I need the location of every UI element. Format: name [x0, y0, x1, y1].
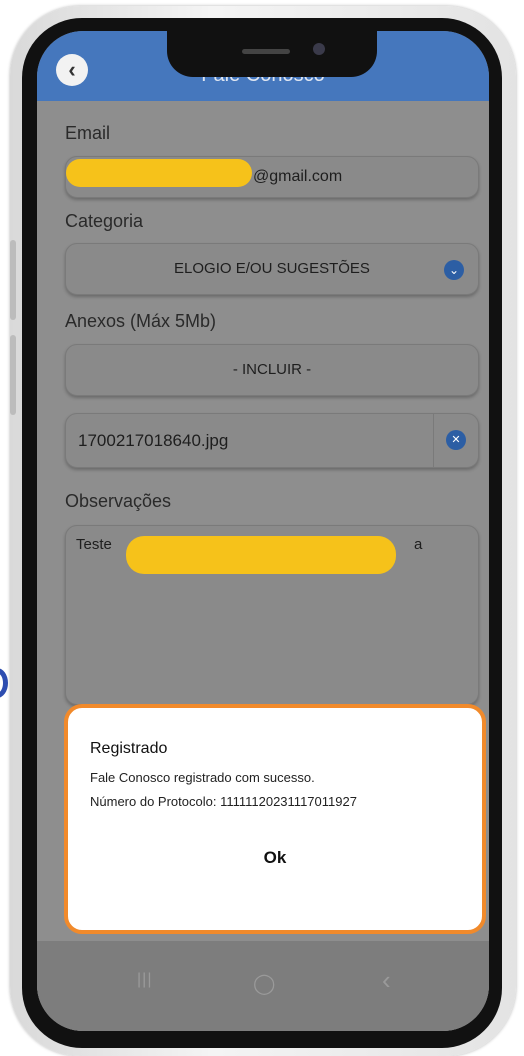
attachments-label: Anexos (Máx 5Mb)	[65, 311, 217, 331]
decorative-circle	[0, 668, 8, 698]
observations-text-start: Teste	[76, 536, 112, 553]
back-nav-icon[interactable]: ‹	[382, 965, 391, 996]
dialog-protocol: Número do Protocolo: 1111112023111701192…	[90, 794, 357, 809]
ok-button[interactable]: Ok	[68, 848, 482, 868]
dialog-message: Fale Conosco registrado com sucesso.	[90, 770, 315, 785]
phone-notch	[167, 31, 377, 77]
email-field[interactable]: @gmail.com	[65, 156, 479, 198]
redacted-area	[66, 159, 252, 187]
phone-volume-button	[10, 240, 16, 320]
front-camera	[313, 43, 325, 55]
category-select[interactable]: ELOGIO E/OU SUGESTÕES ⌄	[65, 243, 479, 295]
email-value: @gmail.com	[253, 168, 343, 185]
observations-label: Observações	[65, 491, 172, 511]
phone-screen: ‹ Fale Conosco Email @gmail.com Categori…	[37, 31, 489, 1031]
include-button[interactable]: - INCLUIR -	[65, 344, 479, 396]
recent-apps-icon[interactable]: |||	[137, 971, 152, 989]
chevron-down-icon: ⌄	[444, 260, 464, 280]
system-navigation-bar: ||| ◯ ‹	[37, 941, 489, 1031]
phone-volume-button	[10, 335, 16, 415]
observations-textarea[interactable]: Teste a	[65, 525, 479, 705]
home-icon[interactable]: ◯	[253, 971, 275, 996]
remove-attachment-button[interactable]: ✕	[433, 414, 478, 467]
speaker-grille	[242, 49, 290, 54]
include-button-label: - INCLUIR -	[232, 361, 312, 378]
observations-text-end: a	[414, 536, 423, 553]
success-dialog: Registrado Fale Conosco registrado com s…	[64, 704, 486, 934]
email-label: Email	[65, 123, 111, 143]
attachment-filename: 1700217018640.jpg	[78, 431, 229, 450]
attachment-item: 1700217018640.jpg ✕	[65, 413, 479, 468]
redacted-area	[126, 536, 396, 574]
close-icon: ✕	[446, 430, 466, 450]
category-label: Categoria	[65, 211, 144, 231]
category-value: ELOGIO E/OU SUGESTÕES	[174, 260, 370, 277]
dialog-title: Registrado	[90, 740, 168, 757]
